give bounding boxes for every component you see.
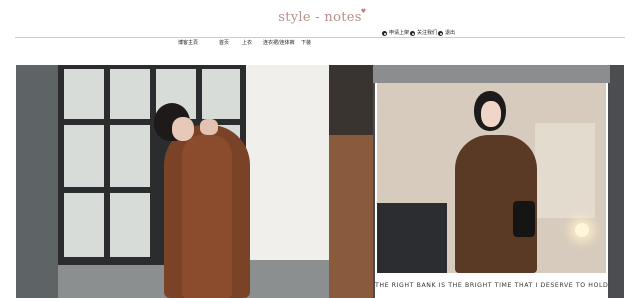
heart-icon: ♥ — [360, 8, 367, 15]
header: style - notes ♥ — [0, 0, 640, 38]
window-pane — [64, 69, 104, 119]
model-face — [172, 117, 194, 141]
window-pane — [64, 125, 104, 187]
site-logo[interactable]: style - notes ♥ — [0, 8, 640, 25]
street-light — [575, 223, 589, 237]
window-pane — [110, 125, 150, 187]
circle-dot-icon — [382, 31, 387, 36]
model-coat-front — [182, 135, 232, 298]
banner-photo-middle — [329, 65, 373, 298]
circle-dot-icon — [410, 31, 415, 36]
follow-us-label: 关注我们 — [417, 30, 438, 36]
nav-item-dresses[interactable]: 连衣裙/连体裤 — [263, 40, 295, 47]
door-edge — [16, 65, 58, 298]
model-face — [481, 101, 501, 127]
banner-photo-left — [16, 65, 329, 298]
nav-item-blog-home[interactable]: 博客主頁 — [178, 40, 198, 47]
apply-listing-link[interactable]: 申请上架 — [382, 30, 409, 37]
window-pane — [202, 69, 240, 119]
nav-item-home[interactable]: 首页 — [219, 40, 229, 47]
circle-dot-icon — [438, 31, 443, 36]
header-divider — [15, 37, 625, 38]
window-pane — [64, 193, 104, 257]
photo-top-band — [373, 65, 624, 83]
card-photo — [377, 83, 606, 273]
banner-caption: THE RIGHT BANK IS THE BRIGHT TIME THAT I… — [375, 282, 609, 289]
banner-right-edge — [610, 65, 624, 298]
building-window — [535, 123, 595, 218]
nav-item-bottoms[interactable]: 下装 — [301, 40, 311, 47]
window-pane — [110, 69, 150, 119]
logout-label: 退出 — [445, 30, 456, 36]
logo-text: style - notes — [278, 10, 362, 25]
follow-us-link[interactable]: 关注我们 — [410, 30, 437, 37]
banner-caption-card[interactable]: THE RIGHT BANK IS THE BRIGHT TIME THAT I… — [375, 83, 608, 298]
hero-banner[interactable]: THE RIGHT BANK IS THE BRIGHT TIME THAT I… — [16, 65, 624, 298]
logout-link[interactable]: 退出 — [438, 30, 455, 37]
apply-listing-label: 申请上架 — [389, 30, 410, 36]
window-pane — [110, 193, 150, 257]
main-nav: 博客主頁 首页 上衣 连衣裙/连体裤 下装 — [0, 40, 640, 50]
model-hand — [200, 119, 218, 135]
model-bag — [513, 201, 535, 237]
strip-coat — [329, 135, 373, 298]
nav-item-tops[interactable]: 上衣 — [242, 40, 252, 47]
strip-shadow — [329, 65, 373, 135]
building-shadow — [377, 203, 447, 273]
page: style - notes ♥ 博客主頁 首页 上衣 连衣裙/连体裤 下装 申请上… — [0, 0, 640, 298]
